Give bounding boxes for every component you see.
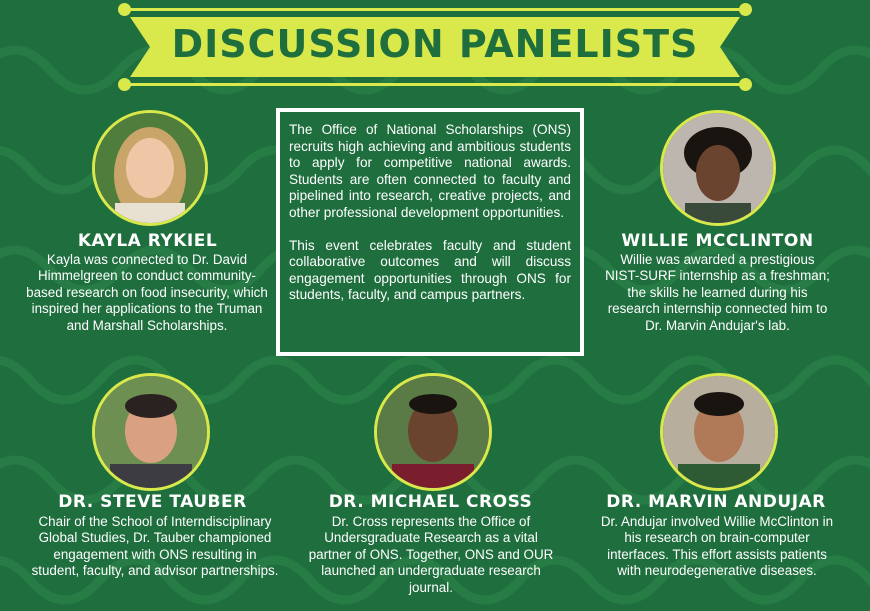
panelist-name: DR. MICHAEL CROSS	[328, 492, 533, 512]
panelist-name: KAYLA RYKIEL	[77, 231, 218, 251]
banner-bottom-rule	[125, 83, 745, 86]
panelist-bio: Dr. Andujar involved Willie McClinton in…	[600, 514, 834, 579]
intro-paragraph-1: The Office of National Scholarships (ONS…	[289, 122, 571, 220]
page-title: DISCUSSION PANELISTS	[171, 22, 699, 66]
avatar-willie-mcclinton	[660, 110, 776, 226]
banner-dot	[739, 3, 752, 16]
panelist-name: DR. STEVE TAUBER	[58, 492, 247, 512]
panelist-bio: Chair of the School of Interndisciplinar…	[31, 514, 279, 579]
banner-dot	[118, 78, 131, 91]
avatar-steve-tauber	[92, 373, 210, 491]
panelist-name: WILLIE MCCLINTON	[621, 231, 814, 251]
banner-dot	[739, 78, 752, 91]
panelist-name: DR. MARVIN ANDUJAR	[606, 492, 826, 512]
banner-top-rule	[125, 8, 745, 11]
intro-paragraph-2: This event celebrates faculty and studen…	[289, 237, 571, 303]
avatar-marvin-andujar	[660, 373, 778, 491]
avatar-kayla-rykiel	[92, 110, 208, 226]
panelist-bio: Kayla was connected to Dr. David Himmelg…	[26, 252, 268, 333]
banner-dot	[118, 3, 131, 16]
intro-box: The Office of National Scholarships (ONS…	[276, 108, 584, 356]
panelist-bio: Willie was awarded a prestigious NIST-SU…	[605, 252, 830, 333]
panelist-bio: Dr. Cross represents the Office of Under…	[308, 514, 554, 595]
avatar-michael-cross	[374, 373, 492, 491]
